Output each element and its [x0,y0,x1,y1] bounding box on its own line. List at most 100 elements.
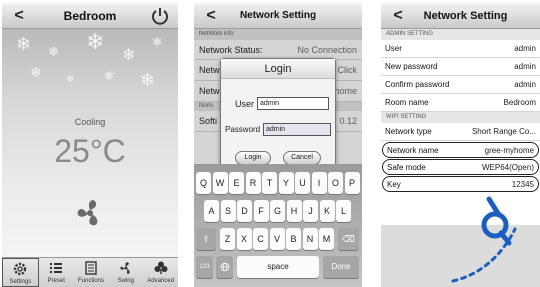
network-settings-screen: < Network Setting ADMIN SETTING User adm… [381,3,540,287]
space-key[interactable]: space [237,256,319,278]
key[interactable]: W [212,172,228,194]
key[interactable]: N [302,228,318,250]
done-key[interactable]: Done [323,256,359,278]
key[interactable]: G [270,200,285,222]
snowflake-icon: ❄ [104,69,115,83]
back-button[interactable]: < [8,6,30,26]
row-label: New password [385,62,438,71]
power-icon[interactable] [150,6,170,26]
password-row: Password admin [225,123,331,136]
key[interactable]: Z [220,228,235,250]
key[interactable]: T [262,172,277,194]
temperature-display: 25°C [54,133,126,169]
key[interactable]: S [220,200,236,222]
mode-label: Cooling [74,117,106,127]
top-bar: < Network Setting [194,3,362,29]
row-label: Network type [385,127,432,136]
back-button[interactable]: < [387,6,409,26]
list-item[interactable]: Safe mode WEP64(Open) [382,159,539,175]
fan-icon [120,262,130,274]
key[interactable]: O [328,172,343,194]
key[interactable]: E [229,172,244,194]
clover-icon [154,261,168,274]
keyboard-row-2: A S D F G H J K L [194,200,362,222]
key[interactable]: U [295,172,310,194]
key[interactable]: B [286,228,301,250]
room-control-screen: < Bedroom ❄ ❄ ❄ ❄ ❄ ❄ ❄ ❄ ❄ Cooling 25°C [2,3,178,287]
onscreen-keyboard: Q W E R T Y U I O P A S D F G H J K L ⇧ … [194,164,362,287]
row-value: Bedroom [503,98,536,107]
key[interactable]: I [311,172,327,194]
key[interactable]: P [344,172,360,194]
user-row: User admin [225,97,329,110]
key[interactable]: L [336,200,351,222]
row-value: gree-myhome [484,145,534,155]
tab-settings[interactable]: Settings [2,258,39,287]
network-login-screen: < Network Setting NetWork info Network S… [194,3,362,287]
list-item[interactable]: User admin [381,40,540,58]
key[interactable]: Q [196,172,211,194]
key[interactable]: C [253,228,268,250]
list-item[interactable]: Network name gree-myhome [382,142,539,158]
globe-icon [220,262,229,272]
user-label: User [234,98,254,109]
snowflake-icon: ❄ [140,70,156,90]
fan-icon[interactable] [72,195,108,231]
snowflake-icon: ❄ [16,34,32,54]
tab-advanced[interactable]: Advanced [143,258,178,287]
list-item[interactable]: Confirm password admin [381,76,540,94]
row-value: admin [514,62,536,71]
keyboard-row-3: ⇧ Z X C V B N M ⌫ [194,228,362,250]
keyboard-row-1: Q W E R T Y U I O P [194,172,362,194]
key[interactable]: V [269,228,285,250]
delete-key[interactable]: ⌫ [338,228,359,250]
shift-key[interactable]: ⇧ [196,228,216,250]
password-label: Password [225,125,261,134]
room-title: Bedroom [63,8,117,23]
snowflake-icon: ❄ [86,29,105,54]
key[interactable]: J [303,200,318,222]
row-value: 12345 [511,179,534,189]
tab-settings-label: Settings [9,279,32,285]
row-label: Room name [385,98,429,107]
login-button[interactable]: Login [235,151,271,165]
key[interactable]: M [319,228,334,250]
settings-list: ADMIN SETTING User admin New password ad… [381,29,540,193]
row-value: Short Range Co... [471,127,536,136]
dialog-title: Login [221,59,335,79]
screen-title: Network Setting [423,9,508,22]
tab-swing-label: Swing [117,278,134,284]
back-button[interactable]: < [200,6,222,26]
key[interactable]: A [204,200,219,222]
list-item[interactable]: Key 12345 [382,176,539,192]
globe-key[interactable] [216,256,233,278]
tab-swing[interactable]: Swing [108,258,143,287]
screen-title: Network Setting [239,10,317,21]
key[interactable]: R [245,172,261,194]
list-item[interactable]: Network type Short Range Co... [381,123,540,141]
snowflake-icon: ❄ [122,47,136,64]
section-header: ADMIN SETTING [381,29,540,40]
row-label: User [385,44,402,53]
tab-preset[interactable]: Preset [39,258,74,287]
password-input[interactable]: admin [263,123,331,136]
row-value: admin [514,80,536,89]
list-item[interactable]: Room name Bedroom [381,94,540,112]
numbers-key[interactable]: 123 [196,256,213,278]
key[interactable]: H [286,200,302,222]
tab-functions[interactable]: Functions [74,258,109,287]
key[interactable]: F [253,200,269,222]
snowflake-icon: ❄ [152,35,163,49]
section-header: WIFI SETTING [381,112,540,123]
cancel-button[interactable]: Cancel [283,151,321,165]
tab-preset-label: Preset [47,278,65,284]
row-label: Network name [387,145,439,155]
list-item[interactable]: New password admin [381,58,540,76]
user-input[interactable]: admin [257,97,329,110]
key[interactable]: D [237,200,252,222]
key[interactable]: K [319,200,335,222]
key[interactable]: X [236,228,252,250]
bottom-tab-bar: Settings Preset Functions Swing Advanced [2,257,178,287]
row-label: Confirm password [385,80,450,89]
key[interactable]: Y [278,172,294,194]
